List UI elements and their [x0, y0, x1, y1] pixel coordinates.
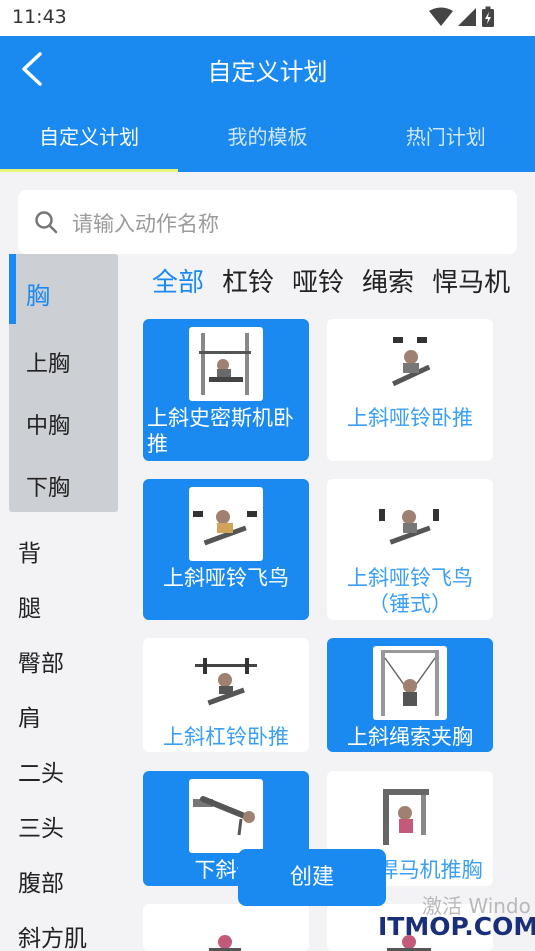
create-button[interactable]: 创建: [238, 849, 386, 906]
exercise-thumbnail: [373, 646, 447, 720]
exercise-thumbnail: [373, 327, 447, 401]
status-time: 11:43: [12, 6, 67, 28]
sidebar-item-back[interactable]: 背: [18, 534, 41, 568]
signal-icon: [458, 8, 476, 26]
site-watermark: ITMOP.COM: [378, 912, 535, 941]
hammer-machine-press-icon: [383, 789, 429, 845]
tab-popular-plans[interactable]: 热门计划: [357, 102, 535, 172]
exercise-card[interactable]: 上斜哑铃飞鸟（锤式）: [327, 479, 493, 620]
filter-barbell[interactable]: 杠铃: [222, 262, 274, 299]
search-input[interactable]: 请输入动作名称: [18, 190, 517, 254]
exercise-card[interactable]: 上斜杠铃卧推: [143, 638, 309, 752]
sidebar-item-chest[interactable]: 胸: [26, 276, 50, 311]
equipment-filters: 全部 杠铃 哑铃 绳索 悍马机: [152, 262, 510, 299]
tab-custom-plan[interactable]: 自定义计划: [0, 102, 179, 172]
active-indicator: [9, 254, 16, 324]
status-icons: [429, 6, 495, 28]
exercise-card[interactable]: 上斜哑铃飞鸟: [143, 479, 309, 620]
filter-dumbbell[interactable]: 哑铃: [292, 262, 344, 299]
filter-cable[interactable]: 绳索: [362, 262, 414, 299]
dumbbell-fly-icon: [193, 510, 257, 546]
exercise-label: 上斜史密斯机卧推: [147, 406, 294, 456]
exercise-label: 上斜绳索夹胸: [347, 725, 473, 749]
sidebar-item-biceps[interactable]: 二头: [18, 754, 64, 788]
dumbbell-press-icon: [392, 337, 431, 387]
hammer-fly-icon: [379, 509, 439, 545]
exercise-thumbnail: [373, 487, 447, 561]
exercise-label: 上斜哑铃卧推: [347, 406, 473, 430]
exercise-thumbnail: [189, 646, 263, 720]
exercise-thumbnail: [189, 779, 263, 853]
sidebar-item-glutes[interactable]: 臀部: [18, 644, 64, 678]
exercise-card[interactable]: 上斜史密斯机卧推: [143, 319, 309, 461]
sidebar-item-middle-chest[interactable]: 中胸: [26, 408, 70, 440]
tab-bar: 自定义计划 我的模板 热门计划: [0, 102, 535, 172]
barbell-press-icon: [195, 658, 257, 706]
sidebar-item-lower-chest[interactable]: 下胸: [26, 470, 70, 502]
exercise-label: 上斜哑铃飞鸟: [163, 566, 289, 590]
cable-crossover-icon: [381, 650, 439, 716]
exercise-card[interactable]: 上斜绳索夹胸: [327, 638, 493, 752]
exercise-thumbnail: [189, 487, 263, 561]
sidebar-item-triceps[interactable]: 三头: [18, 809, 64, 843]
category-sidebar: 胸 上胸 中胸 下胸 背 腿 臀部 肩 二头 三头 腹部 斜方肌: [0, 254, 118, 951]
page-title: 自定义计划: [207, 58, 328, 86]
exercise-thumbnail: [189, 327, 263, 401]
sidebar-item-abs[interactable]: 腹部: [18, 864, 64, 898]
sidebar-item-upper-chest[interactable]: 上胸: [26, 346, 70, 378]
exercise-label: 上斜哑铃飞鸟（锤式）: [347, 566, 473, 616]
filter-all[interactable]: 全部: [152, 262, 204, 299]
sidebar-item-legs[interactable]: 腿: [18, 589, 41, 623]
filter-hammer-machine[interactable]: 悍马机: [432, 262, 510, 299]
exercise-card[interactable]: [143, 904, 309, 951]
exercise-thumbnail: [373, 779, 447, 853]
sidebar-item-traps[interactable]: 斜方肌: [18, 919, 87, 951]
search-placeholder: 请输入动作名称: [72, 212, 219, 236]
exercise-thumbnail: [189, 912, 263, 951]
smith-machine-press-icon: [199, 333, 251, 395]
sidebar-item-shoulders[interactable]: 肩: [18, 699, 41, 733]
exercise-card[interactable]: 上斜哑铃卧推: [327, 319, 493, 461]
battery-icon: [482, 6, 494, 27]
exercise-label: 上斜杠铃卧推: [163, 725, 289, 749]
app-bar: 自定义计划: [0, 36, 535, 102]
wifi-icon: [429, 7, 453, 26]
tab-my-templates[interactable]: 我的模板: [178, 102, 356, 172]
exercise-figure-icon: [209, 935, 241, 951]
search-icon: [35, 211, 58, 234]
decline-pushup-icon: [193, 796, 255, 836]
status-bar: 11:43: [0, 0, 535, 36]
